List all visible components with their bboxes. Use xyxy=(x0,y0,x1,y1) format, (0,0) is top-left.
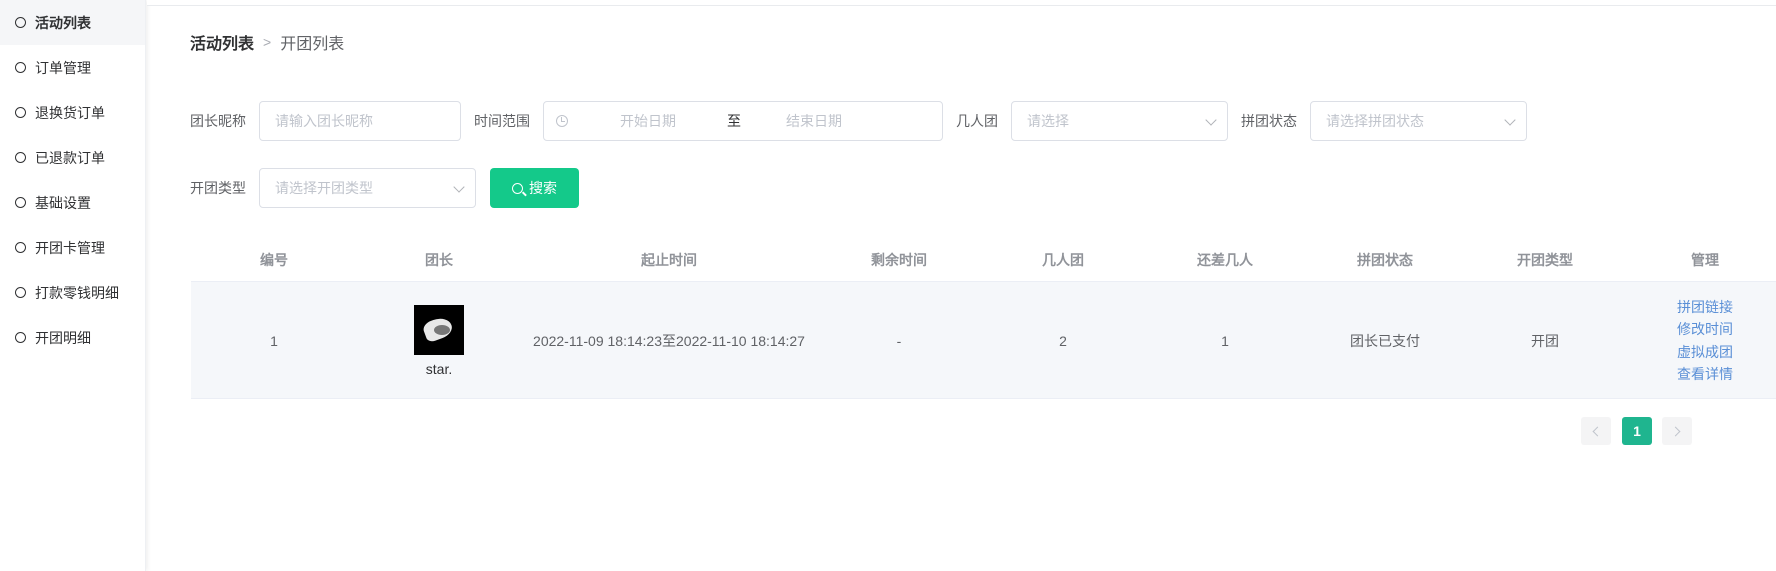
sidebar-item-label: 开团明细 xyxy=(35,329,91,346)
breadcrumb-parent[interactable]: 活动列表 xyxy=(190,30,254,54)
chevron-down-icon xyxy=(1205,114,1217,126)
sidebar-item-label: 打款零钱明细 xyxy=(35,284,119,301)
date-range-picker[interactable]: 开始日期 至 结束日期 xyxy=(543,101,943,141)
open-type-placeholder: 请选择开团类型 xyxy=(275,180,373,196)
cell-size: 2 xyxy=(1059,332,1067,349)
header-id: 编号 xyxy=(260,252,288,268)
circle-icon xyxy=(15,17,26,28)
header-type: 开团类型 xyxy=(1517,252,1573,268)
cell-missing: 1 xyxy=(1221,332,1229,349)
group-size-select[interactable]: 请选择 xyxy=(1011,101,1228,141)
end-date-input[interactable]: 结束日期 xyxy=(786,111,842,131)
edit-time-button[interactable]: 修改时间 xyxy=(1677,318,1733,341)
leader-name-input[interactable]: 请输入团长昵称 xyxy=(259,101,461,141)
circle-icon xyxy=(15,242,26,253)
cell-remaining: - xyxy=(896,332,902,349)
cell-manage: 拼团链接 修改时间 虚拟成团 查看详情 xyxy=(1625,282,1776,399)
sidebar-item-payouts[interactable]: 打款零钱明细 xyxy=(0,270,145,315)
cell-time: 2022-11-09 18:14:23至2022-11-10 18:14:27 xyxy=(533,332,805,349)
search-icon xyxy=(512,182,523,194)
group-size-label: 几人团 xyxy=(956,113,998,129)
table-header: 编号 团长 起止时间 剩余时间 几人团 还差几人 拼团状态 开团类型 管理 xyxy=(191,238,1776,282)
top-divider xyxy=(147,0,1776,6)
cell-leader: star. xyxy=(357,282,521,399)
sidebar-item-label: 基础设置 xyxy=(35,194,91,211)
chevron-down-icon xyxy=(453,181,465,193)
circle-icon xyxy=(15,152,26,163)
view-details-button[interactable]: 查看详情 xyxy=(1677,363,1733,386)
sidebar-item-group-cards[interactable]: 开团卡管理 xyxy=(0,225,145,270)
circle-icon xyxy=(15,107,26,118)
leader-name-label: 团长昵称 xyxy=(190,113,246,129)
header-size: 几人团 xyxy=(1042,252,1084,268)
cell-type: 开团 xyxy=(1531,332,1559,349)
header-time: 起止时间 xyxy=(641,252,697,268)
sidebar-item-label: 订单管理 xyxy=(35,59,91,76)
sidebar-item-label: 已退款订单 xyxy=(35,149,105,166)
sidebar: 活动列表 订单管理 退换货订单 已退款订单 基础设置 开团卡管理 打款零钱明细 xyxy=(0,0,146,571)
prev-page-button[interactable] xyxy=(1581,417,1611,445)
breadcrumb: 活动列表 > 开团列表 xyxy=(190,30,344,54)
leader-name-placeholder: 请输入团长昵称 xyxy=(275,113,373,129)
header-manage: 管理 xyxy=(1691,252,1719,268)
sidebar-item-refunded[interactable]: 已退款订单 xyxy=(0,135,145,180)
group-status-select[interactable]: 请选择拼团状态 xyxy=(1310,101,1527,141)
page-number-current[interactable]: 1 xyxy=(1622,417,1652,445)
table-row: 1 star. 2022-11-09 18:14:23至2022-11-10 1… xyxy=(191,282,1776,399)
header-status: 拼团状态 xyxy=(1357,252,1413,268)
start-date-input[interactable]: 开始日期 xyxy=(620,111,676,131)
sidebar-item-group-details[interactable]: 开团明细 xyxy=(0,315,145,360)
date-range-separator: 至 xyxy=(727,113,741,129)
sidebar-item-label: 活动列表 xyxy=(35,14,91,31)
circle-icon xyxy=(15,332,26,343)
leader-name: star. xyxy=(425,360,453,377)
avatar-shape-shadow xyxy=(434,324,450,335)
group-status-placeholder: 请选择拼团状态 xyxy=(1326,113,1424,129)
circle-icon xyxy=(15,197,26,208)
virtual-complete-button[interactable]: 虚拟成团 xyxy=(1677,341,1733,364)
sidebar-item-label: 退换货订单 xyxy=(35,104,105,121)
circle-icon xyxy=(15,287,26,298)
cell-status: 团长已支付 xyxy=(1350,332,1420,349)
chevron-right-icon xyxy=(1670,426,1681,436)
open-type-label: 开团类型 xyxy=(190,180,246,196)
group-link-button[interactable]: 拼团链接 xyxy=(1677,296,1733,319)
sidebar-item-returns[interactable]: 退换货订单 xyxy=(0,90,145,135)
app-root: 活动列表 订单管理 退换货订单 已退款订单 基础设置 开团卡管理 打款零钱明细 xyxy=(0,0,1776,571)
header-missing: 还差几人 xyxy=(1197,252,1253,268)
chevron-down-icon xyxy=(1504,114,1516,126)
next-page-button[interactable] xyxy=(1662,417,1692,445)
search-button[interactable]: 搜索 xyxy=(490,168,579,208)
cell-id: 1 xyxy=(270,332,278,349)
sidebar-item-activity-list[interactable]: 活动列表 xyxy=(0,0,145,45)
header-remaining: 剩余时间 xyxy=(871,252,927,268)
search-button-label: 搜索 xyxy=(529,180,557,196)
chevron-left-icon xyxy=(1592,426,1603,436)
circle-icon xyxy=(15,62,26,73)
header-leader: 团长 xyxy=(425,252,453,268)
sidebar-item-settings[interactable]: 基础设置 xyxy=(0,180,145,225)
breadcrumb-separator-icon: > xyxy=(263,34,272,50)
sidebar-item-label: 开团卡管理 xyxy=(35,239,105,256)
group-status-label: 拼团状态 xyxy=(1241,113,1297,129)
breadcrumb-current: 开团列表 xyxy=(280,36,345,53)
time-range-label: 时间范围 xyxy=(474,113,530,129)
avatar xyxy=(414,304,464,355)
clock-icon xyxy=(556,115,568,127)
open-type-select[interactable]: 请选择开团类型 xyxy=(259,168,476,208)
group-table: 编号 团长 起止时间 剩余时间 几人团 还差几人 拼团状态 开团类型 管理 1 … xyxy=(191,238,1776,399)
group-size-placeholder: 请选择 xyxy=(1027,113,1069,129)
sidebar-item-orders[interactable]: 订单管理 xyxy=(0,45,145,90)
